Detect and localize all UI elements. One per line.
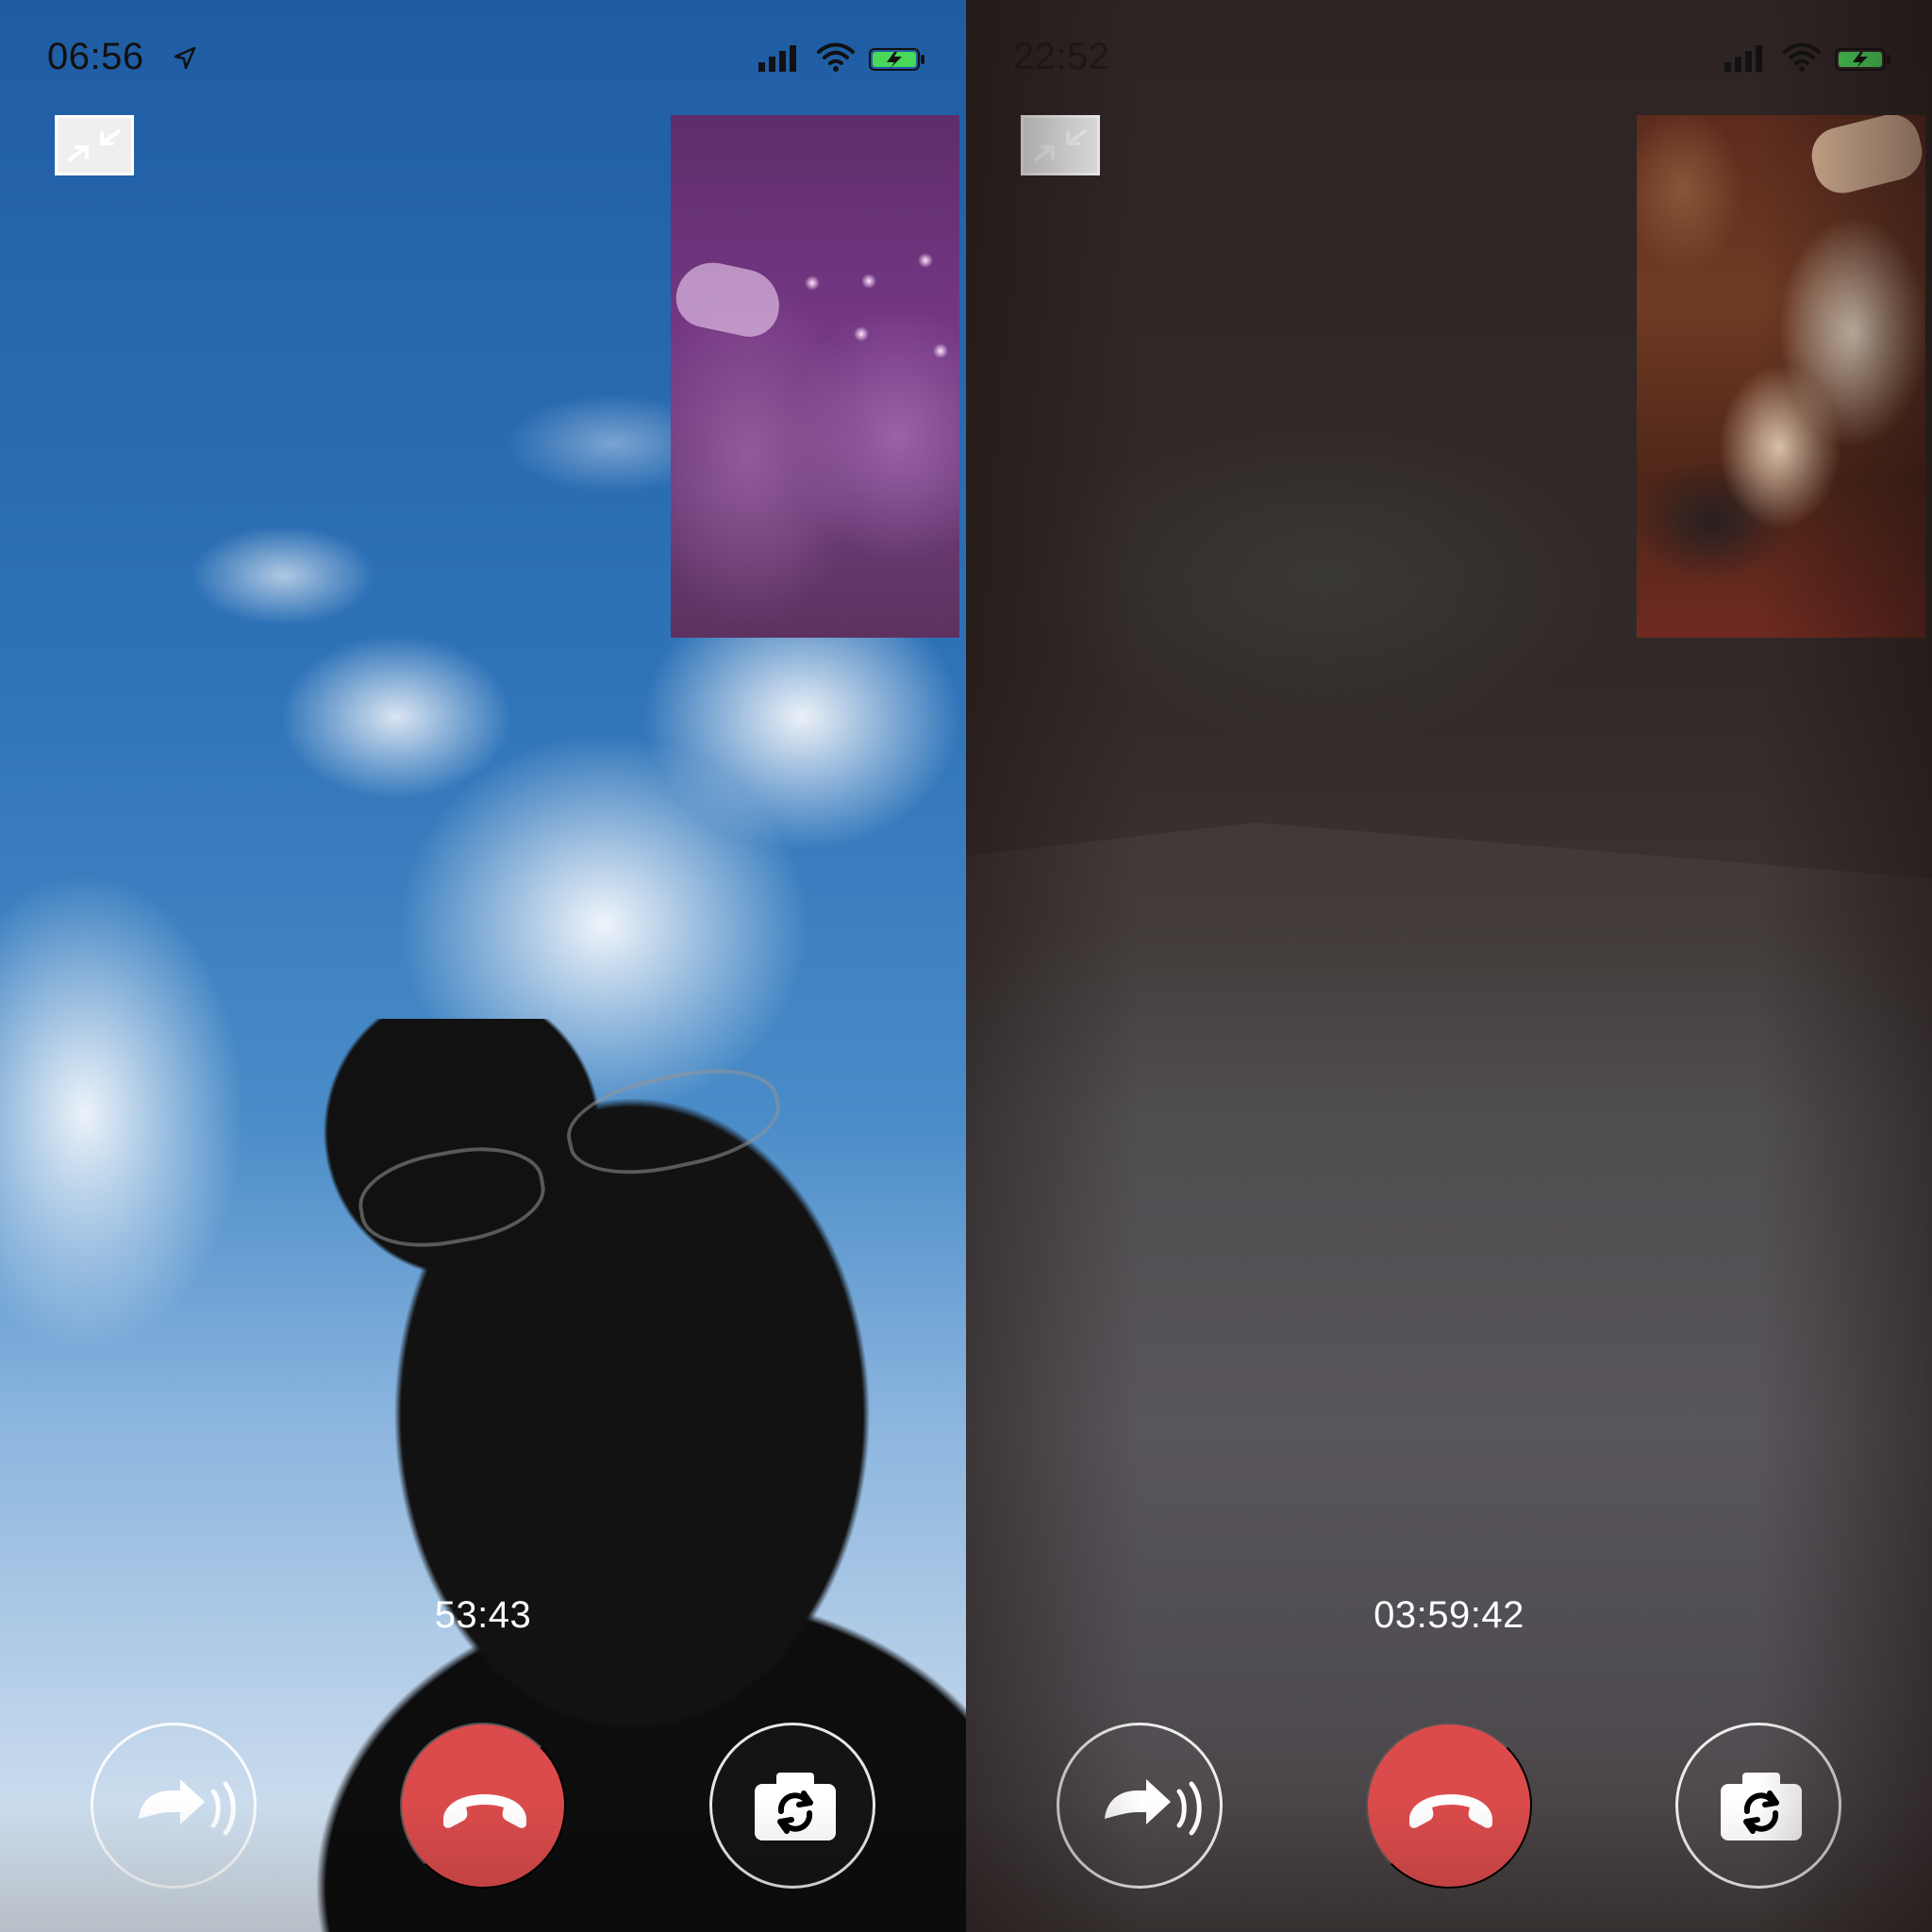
minimize-icon xyxy=(68,129,121,161)
status-time: 22:52 xyxy=(1013,36,1110,77)
dual-call-screenshot: 06:56 53:43 22:52 03:59:42 xyxy=(0,0,1932,1932)
wifi-icon xyxy=(1783,42,1821,72)
call-timer: 53:43 xyxy=(434,1594,532,1636)
self-view-pip[interactable] xyxy=(671,115,959,638)
status-bar: 22:52 xyxy=(966,0,1932,113)
minimize-button[interactable] xyxy=(1021,115,1100,175)
minimize-icon xyxy=(1034,129,1087,161)
status-bar: 06:56 xyxy=(0,0,966,113)
location-arrow-icon xyxy=(174,46,196,70)
battery-charging-icon xyxy=(869,48,924,71)
call-timer: 03:59:42 xyxy=(1374,1594,1524,1636)
bottom-gradient xyxy=(966,1802,1932,1932)
right-call-screen: 22:52 03:59:42 xyxy=(966,0,1932,1932)
bottom-gradient xyxy=(0,1802,966,1932)
self-view-pip[interactable] xyxy=(1637,115,1925,638)
status-time: 06:56 xyxy=(47,36,144,77)
signal-icon xyxy=(758,45,796,72)
minimize-button[interactable] xyxy=(55,115,134,175)
signal-icon xyxy=(1724,45,1762,72)
left-call-screen: 06:56 53:43 xyxy=(0,0,966,1932)
wifi-icon xyxy=(817,42,855,72)
battery-charging-icon xyxy=(1835,48,1890,71)
